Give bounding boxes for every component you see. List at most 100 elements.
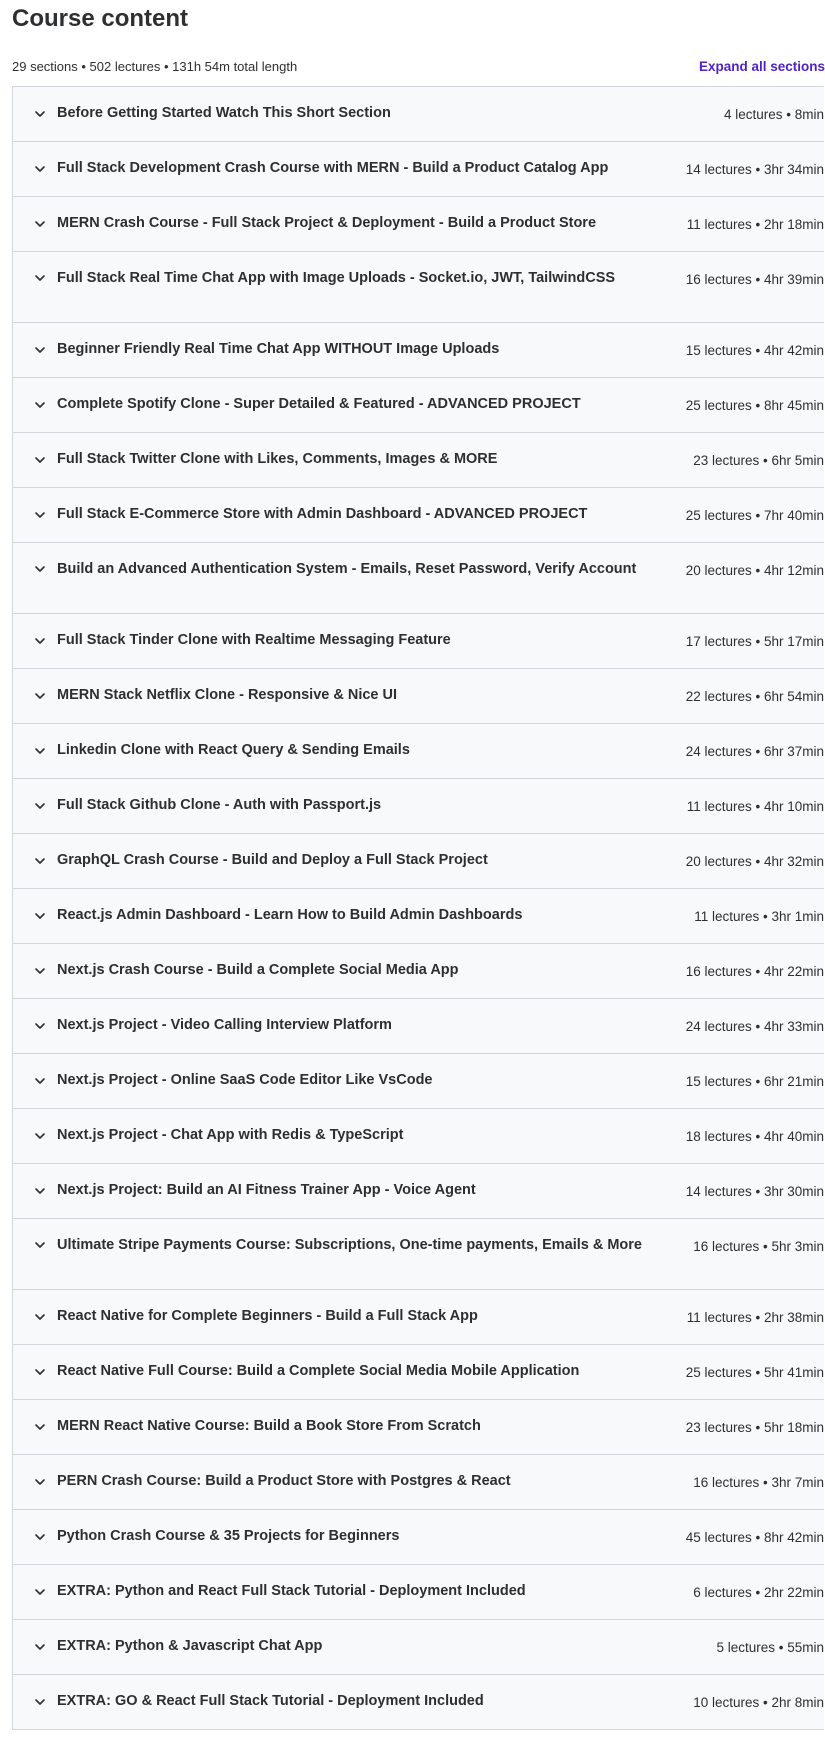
section-accordion-row[interactable]: Full Stack Github Clone - Auth with Pass… <box>13 779 824 834</box>
section-accordion-row[interactable]: Next.js Crash Course - Build a Complete … <box>13 944 824 999</box>
section-title: Next.js Project - Online SaaS Code Edito… <box>57 1072 433 1088</box>
section-lecture-count: 15 lectures • 6hr 21min <box>685 1074 824 1089</box>
chevron-down-icon <box>33 107 47 121</box>
section-lecture-count: 25 lectures • 8hr 45min <box>685 398 824 413</box>
section-title: MERN Crash Course - Full Stack Project &… <box>57 215 597 231</box>
section-accordion-row[interactable]: MERN Crash Course - Full Stack Project &… <box>13 197 824 252</box>
chevron-down-icon <box>33 1475 47 1489</box>
section-lecture-count: 11 lectures • 2hr 38min <box>686 1310 824 1325</box>
section-title: React Native Full Course: Build a Comple… <box>57 1363 580 1379</box>
section-lecture-count: 20 lectures • 4hr 32min <box>685 854 824 869</box>
section-lecture-count: 6 lectures • 2hr 22min <box>693 1585 824 1600</box>
section-title: Full Stack Github Clone - Auth with Pass… <box>57 797 382 813</box>
chevron-down-icon <box>33 744 47 758</box>
section-lecture-count: 14 lectures • 3hr 30min <box>685 1184 824 1199</box>
summary-row: 29 sections • 502 lectures • 131h 54m to… <box>12 57 825 77</box>
chevron-down-icon <box>33 271 47 285</box>
section-title: Full Stack Real Time Chat App with Image… <box>57 270 616 286</box>
section-accordion-row[interactable]: Beginner Friendly Real Time Chat App WIT… <box>13 323 824 378</box>
chevron-down-icon <box>33 1310 47 1324</box>
chevron-down-icon <box>33 799 47 813</box>
section-accordion-row[interactable]: EXTRA: Python and React Full Stack Tutor… <box>13 1565 824 1620</box>
section-accordion-row[interactable]: PERN Crash Course: Build a Product Store… <box>13 1455 824 1510</box>
chevron-down-icon <box>33 854 47 868</box>
section-accordion-row[interactable]: Full Stack Twitter Clone with Likes, Com… <box>13 433 824 488</box>
section-accordion-row[interactable]: Linkedin Clone with React Query & Sendin… <box>13 724 824 779</box>
section-accordion-row[interactable]: Full Stack Development Crash Course with… <box>13 142 824 197</box>
section-title: Build an Advanced Authentication System … <box>57 561 637 577</box>
section-lecture-count: 24 lectures • 4hr 33min <box>685 1019 824 1034</box>
section-lecture-count: 11 lectures • 4hr 10min <box>686 799 824 814</box>
chevron-down-icon <box>33 634 47 648</box>
section-lecture-count: 23 lectures • 5hr 18min <box>685 1420 824 1435</box>
section-list: Before Getting Started Watch This Short … <box>12 86 824 1730</box>
chevron-down-icon <box>33 343 47 357</box>
chevron-down-icon <box>33 162 47 176</box>
section-accordion-row[interactable]: Full Stack Real Time Chat App with Image… <box>13 252 824 323</box>
section-title: Next.js Project - Video Calling Intervie… <box>57 1017 392 1033</box>
chevron-down-icon <box>33 217 47 231</box>
section-lecture-count: 16 lectures • 3hr 7min <box>693 1475 824 1490</box>
section-title: GraphQL Crash Course - Build and Deploy … <box>57 852 488 868</box>
section-title: Before Getting Started Watch This Short … <box>57 105 391 121</box>
section-accordion-row[interactable]: Build an Advanced Authentication System … <box>13 543 824 614</box>
section-accordion-row[interactable]: MERN React Native Course: Build a Book S… <box>13 1400 824 1455</box>
section-accordion-row[interactable]: EXTRA: Python & Javascript Chat App 5 lec… <box>13 1620 824 1675</box>
section-accordion-row[interactable]: Next.js Project - Video Calling Intervie… <box>13 999 824 1054</box>
chevron-down-icon <box>33 1365 47 1379</box>
section-accordion-row[interactable]: Next.js Project - Online SaaS Code Edito… <box>13 1054 824 1109</box>
section-lecture-count: 10 lectures • 2hr 8min <box>693 1695 824 1710</box>
section-lecture-count: 16 lectures • 4hr 39min <box>685 272 824 287</box>
chevron-down-icon <box>33 909 47 923</box>
section-lecture-count: 5 lectures • 55min <box>716 1640 824 1655</box>
page-title: Course content <box>12 5 189 32</box>
section-accordion-row[interactable]: Before Getting Started Watch This Short … <box>13 87 824 142</box>
section-accordion-row[interactable]: React.js Admin Dashboard - Learn How to … <box>13 889 824 944</box>
section-title: React Native for Complete Beginners - Bu… <box>57 1308 478 1324</box>
chevron-down-icon <box>33 398 47 412</box>
chevron-down-icon <box>33 1019 47 1033</box>
section-accordion-row[interactable]: Next.js Project - Chat App with Redis & … <box>13 1109 824 1164</box>
section-title: PERN Crash Course: Build a Product Store… <box>57 1473 511 1489</box>
section-accordion-row[interactable]: React Native for Complete Beginners - Bu… <box>13 1290 824 1345</box>
section-title: Next.js Project - Chat App with Redis & … <box>57 1127 404 1143</box>
section-title: Ultimate Stripe Payments Course: Subscri… <box>57 1237 642 1253</box>
section-accordion-row[interactable]: Full Stack Tinder Clone with Realtime Me… <box>13 614 824 669</box>
section-title: React.js Admin Dashboard - Learn How to … <box>57 907 523 923</box>
section-accordion-row[interactable]: Python Crash Course & 35 Projects for Be… <box>13 1510 824 1565</box>
chevron-down-icon <box>33 508 47 522</box>
section-title: EXTRA: Python and React Full Stack Tutor… <box>57 1583 526 1599</box>
section-title: Linkedin Clone with React Query & Sendin… <box>57 742 410 758</box>
section-lecture-count: 14 lectures • 3hr 34min <box>685 162 824 177</box>
section-accordion-row[interactable]: GraphQL Crash Course - Build and Deploy … <box>13 834 824 889</box>
section-lecture-count: 11 lectures • 3hr 1min <box>694 909 824 924</box>
chevron-down-icon <box>33 1640 47 1654</box>
section-lecture-count: 23 lectures • 6hr 5min <box>693 453 824 468</box>
section-lecture-count: 24 lectures • 6hr 37min <box>685 744 824 759</box>
section-accordion-row[interactable]: Ultimate Stripe Payments Course: Subscri… <box>13 1219 824 1290</box>
section-title: EXTRA: GO & React Full Stack Tutorial - … <box>57 1693 484 1709</box>
section-accordion-row[interactable]: MERN Stack Netflix Clone - Responsive & … <box>13 669 824 724</box>
expand-all-sections-button[interactable]: Expand all sections <box>699 57 825 77</box>
section-title: MERN Stack Netflix Clone - Responsive & … <box>57 687 398 703</box>
section-accordion-row[interactable]: Full Stack E-Commerce Store with Admin D… <box>13 488 824 543</box>
section-title: Python Crash Course & 35 Projects for Be… <box>57 1528 400 1544</box>
section-accordion-row[interactable]: React Native Full Course: Build a Comple… <box>13 1345 824 1400</box>
chevron-down-icon <box>33 1129 47 1143</box>
section-accordion-row[interactable]: Complete Spotify Clone - Super Detailed … <box>13 378 824 433</box>
section-accordion-row[interactable]: Next.js Project: Build an AI Fitness Tra… <box>13 1164 824 1219</box>
section-title: Full Stack Development Crash Course with… <box>57 160 609 176</box>
section-accordion-row[interactable]: EXTRA: GO & React Full Stack Tutorial - … <box>13 1675 824 1730</box>
chevron-down-icon <box>33 1530 47 1544</box>
section-lecture-count: 17 lectures • 5hr 17min <box>685 634 824 649</box>
chevron-down-icon <box>33 562 47 576</box>
section-lecture-count: 18 lectures • 4hr 40min <box>685 1129 824 1144</box>
chevron-down-icon <box>33 1184 47 1198</box>
section-title: Next.js Project: Build an AI Fitness Tra… <box>57 1182 476 1198</box>
course-summary: 29 sections • 502 lectures • 131h 54m to… <box>12 59 298 74</box>
chevron-down-icon <box>33 1695 47 1709</box>
chevron-down-icon <box>33 964 47 978</box>
chevron-down-icon <box>33 1238 47 1252</box>
chevron-down-icon <box>33 453 47 467</box>
section-lecture-count: 4 lectures • 8min <box>723 107 824 122</box>
